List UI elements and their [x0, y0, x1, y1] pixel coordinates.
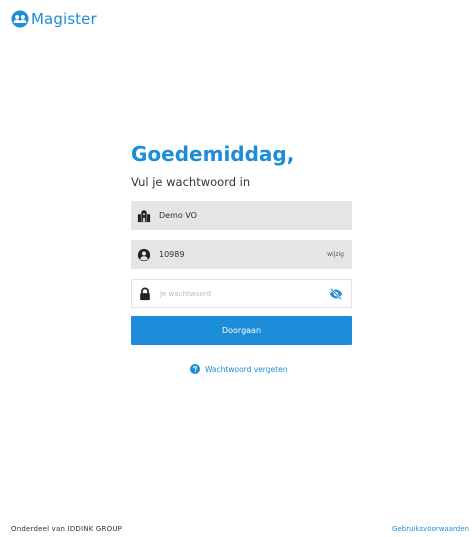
users-circle-icon: [11, 10, 29, 28]
forgot-password-link[interactable]: Wachtwoord vergeten: [190, 364, 287, 374]
login-form: Goedemiddag, Vul je wachtwoord in Demo V…: [131, 140, 352, 374]
user-circle-icon: [137, 248, 151, 261]
school-building-icon: [137, 209, 151, 222]
school-field[interactable]: Demo VO: [131, 201, 352, 230]
login-page: Magister Goedemiddag, Vul je wachtwoord …: [0, 0, 472, 537]
username-field[interactable]: 10989 wijzig: [131, 240, 352, 269]
greeting-title: Goedemiddag,: [131, 142, 295, 166]
school-value: Demo VO: [159, 211, 197, 220]
terms-link[interactable]: Gebruiksvoorwaarden: [392, 525, 469, 533]
form-subtitle: Vul je wachtwoord in: [131, 175, 251, 189]
change-user-link[interactable]: wijzig: [327, 251, 344, 258]
username-value: 10989: [159, 250, 185, 259]
brand-name: Magister: [31, 10, 97, 28]
forgot-password-label[interactable]: Wachtwoord vergeten: [205, 365, 287, 374]
magister-logo: Magister: [11, 10, 97, 28]
question-circle-icon: [190, 364, 200, 374]
footer-company: Onderdeel van IDDINK GROUP: [11, 525, 123, 533]
continue-button[interactable]: Doorgaan: [131, 316, 352, 345]
eye-slash-icon[interactable]: [329, 287, 343, 301]
lock-icon: [140, 287, 150, 300]
password-field[interactable]: Je wachtwoord: [131, 279, 352, 308]
password-placeholder[interactable]: Je wachtwoord: [160, 290, 329, 298]
